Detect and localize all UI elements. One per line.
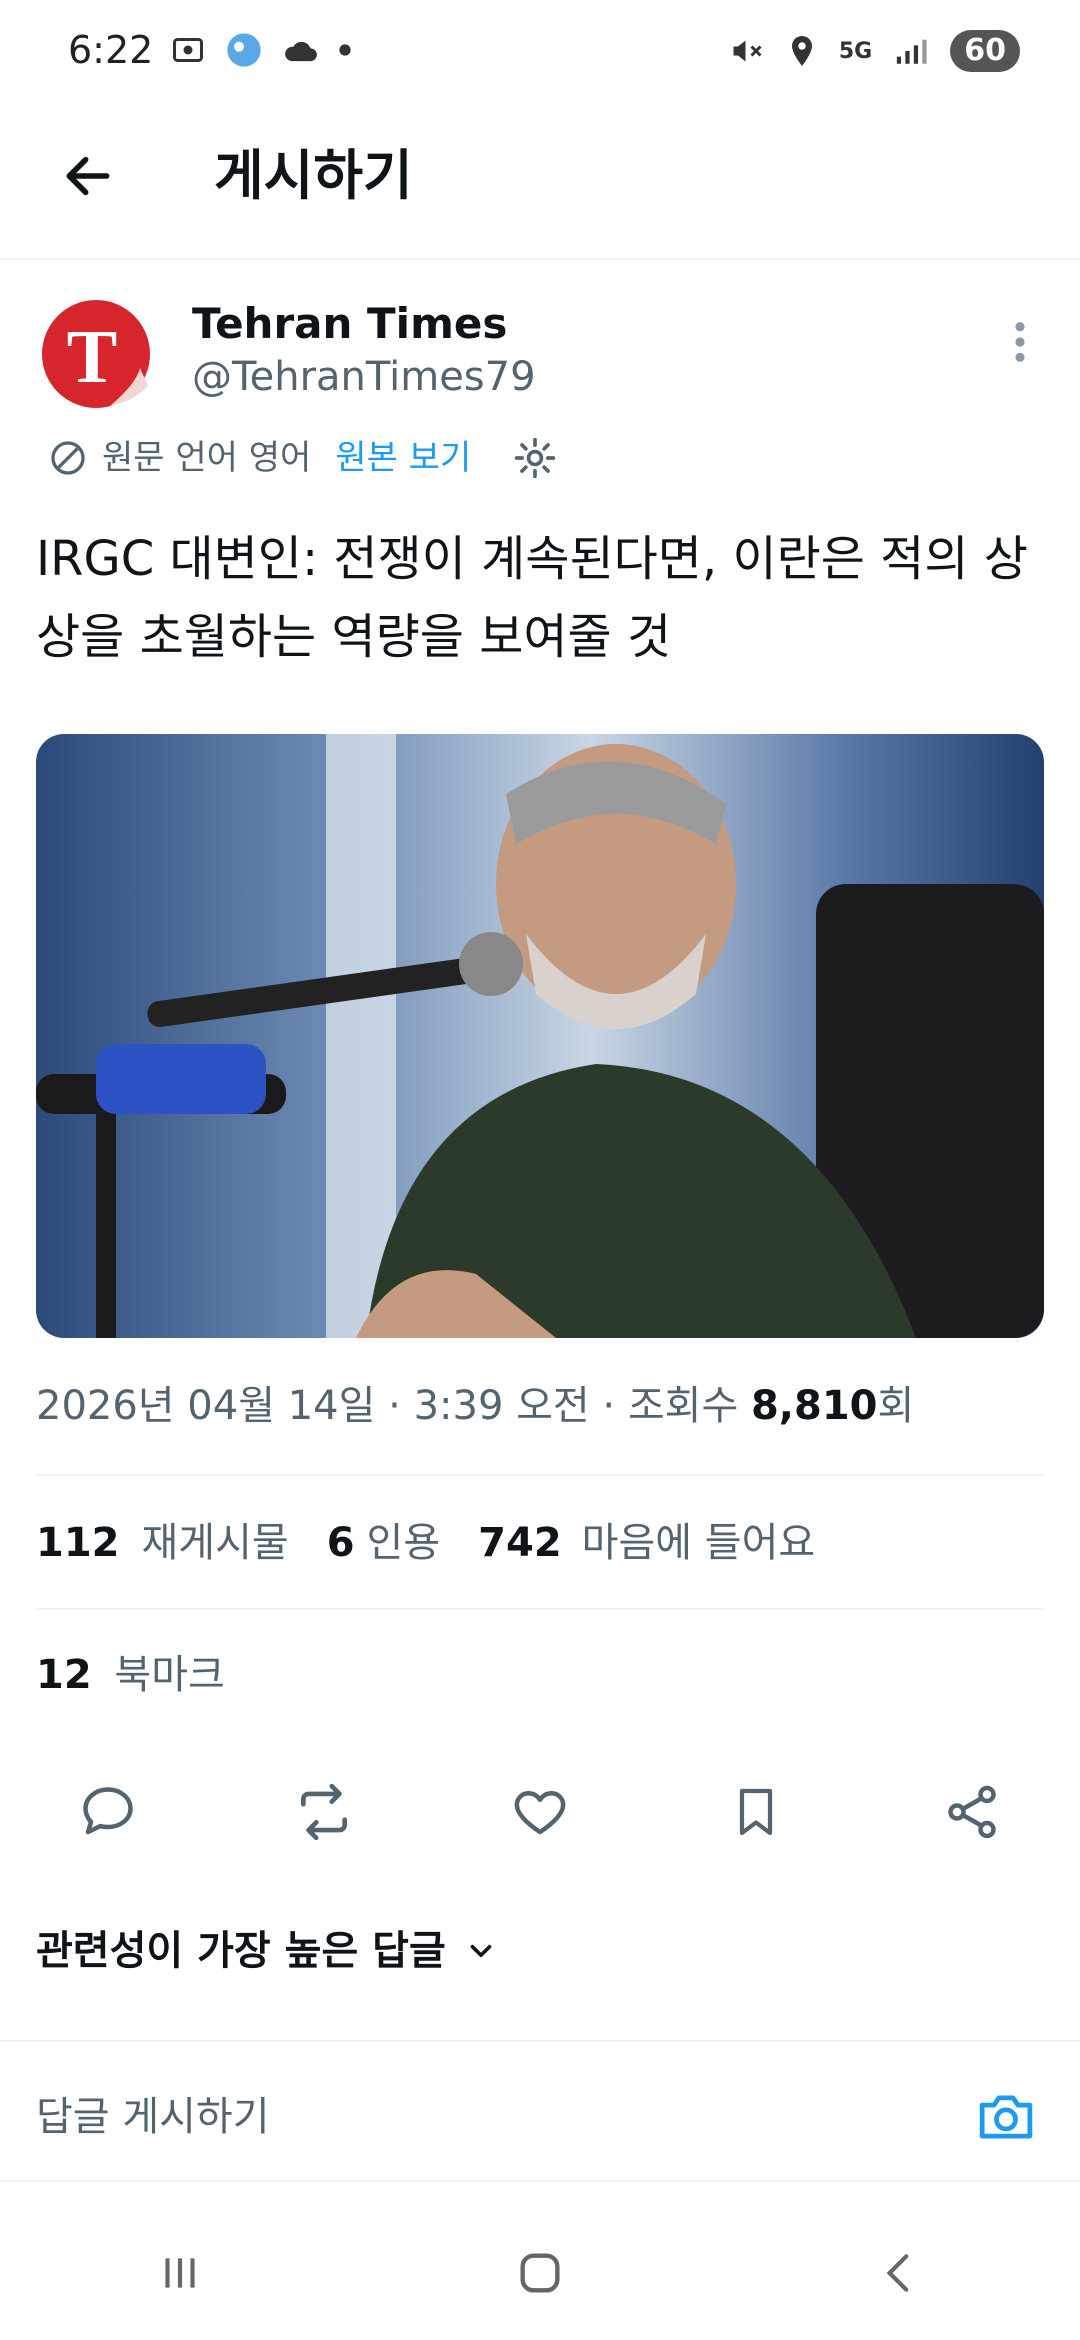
post-timestamp: 2026년 04월 14일 · 3:39 오전 · 조회수	[36, 1383, 751, 1429]
bookmark-icon	[739, 1788, 773, 1836]
more-vertical-icon	[1015, 322, 1025, 362]
recents-icon	[165, 2258, 195, 2288]
cloud-icon	[285, 41, 317, 62]
quote-count[interactable]: 6	[327, 1516, 355, 1570]
chevron-left-icon	[886, 2254, 909, 2292]
view-count: 8,810	[750, 1383, 878, 1429]
translation-row: 원문 언어 영어 원본 보기	[48, 436, 557, 480]
bookmark-button[interactable]	[684, 1768, 828, 1856]
post-image[interactable]	[36, 734, 1044, 1338]
show-original-link[interactable]: 원본 보기	[335, 436, 471, 480]
avatar[interactable]: T	[40, 298, 152, 410]
camera-button[interactable]	[968, 2084, 1044, 2150]
engagement-stats: 112 재게시물 6 인용 742 마음에 들어요	[36, 1516, 815, 1570]
like-button[interactable]	[468, 1768, 612, 1856]
bookmark-stats[interactable]: 12 북마크	[36, 1648, 225, 1702]
translation-label: 원문 언어 영어	[102, 438, 312, 478]
quote-label[interactable]: 인용	[367, 1516, 441, 1570]
battery-indicator: 60	[950, 30, 1020, 72]
system-back-button[interactable]	[875, 2248, 925, 2302]
dot-icon	[339, 44, 351, 56]
signal-icon	[897, 39, 927, 64]
repost-count[interactable]: 112	[36, 1516, 120, 1570]
reply-sort-dropdown[interactable]: 관련성이 가장 높은 답글	[36, 1924, 498, 1978]
bookmark-count: 12	[36, 1652, 92, 1698]
view-suffix: 회	[877, 1383, 915, 1429]
chevron-down-icon	[470, 1944, 492, 1958]
gear-icon[interactable]	[513, 436, 557, 480]
status-time: 6:22	[68, 28, 154, 72]
reply-input[interactable]: 답글 게시하기	[36, 2090, 270, 2144]
location-icon	[791, 36, 812, 66]
post-text: IRGC 대변인: 전쟁이 계속된다면, 이란은 적의 상상을 초월하는 역량을…	[36, 531, 1028, 665]
recent-apps-button[interactable]	[155, 2248, 205, 2302]
screenshot-icon	[173, 38, 203, 62]
share-icon	[948, 1785, 996, 1839]
camera-icon	[979, 2095, 1033, 2139]
repost-button[interactable]	[252, 1768, 396, 1856]
repost-label[interactable]: 재게시물	[142, 1516, 289, 1570]
more-options-button[interactable]	[996, 318, 1044, 366]
app-icon	[227, 33, 261, 67]
author-name[interactable]: Tehran Times	[192, 298, 507, 350]
like-count[interactable]: 742	[478, 1516, 562, 1570]
action-bar	[36, 1768, 1044, 1856]
post-meta: 2026년 04월 14일 · 3:39 오전 · 조회수 8,810회	[36, 1378, 914, 1434]
back-button[interactable]	[52, 140, 124, 212]
reply-sort-label: 관련성이 가장 높은 답글	[36, 1928, 446, 1974]
comment-icon	[83, 1787, 133, 1835]
avatar-letter: T	[67, 315, 118, 399]
status-notification-icons	[170, 30, 352, 70]
translate-icon	[51, 441, 85, 475]
divider	[36, 1608, 1044, 1610]
page-title: 게시하기	[214, 144, 413, 207]
mute-icon	[733, 40, 762, 62]
repost-icon	[301, 1783, 347, 1841]
top-app-bar	[0, 110, 1080, 260]
like-label[interactable]: 마음에 들어요	[582, 1516, 816, 1570]
system-navigation-bar	[0, 2210, 1080, 2340]
home-icon	[520, 2253, 560, 2293]
heart-icon	[514, 1791, 566, 1835]
status-system-icons: 5G 60	[729, 30, 1020, 72]
home-button[interactable]	[514, 2247, 566, 2303]
network-type: 5G	[838, 38, 873, 64]
arrow-left-icon	[66, 156, 110, 196]
divider	[36, 1474, 1044, 1476]
reply-button[interactable]	[36, 1768, 180, 1856]
author-handle[interactable]: @TehranTimes79	[192, 352, 536, 402]
bookmark-label: 북마크	[114, 1652, 225, 1698]
share-button[interactable]	[900, 1768, 1044, 1856]
